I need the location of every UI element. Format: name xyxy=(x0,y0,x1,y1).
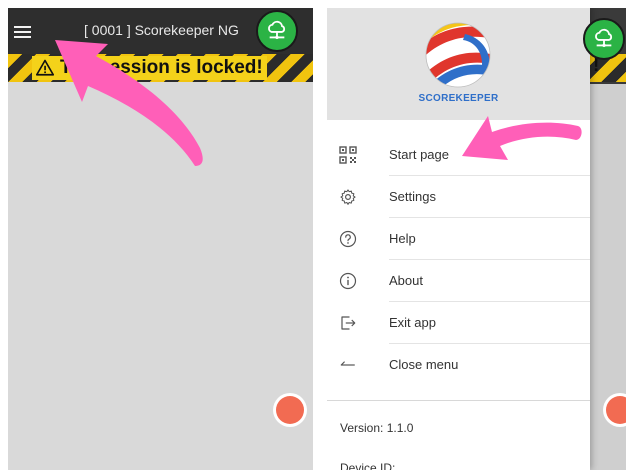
cloud-sync-button[interactable] xyxy=(583,18,625,60)
drawer-header: SCOREKEEPER xyxy=(327,8,590,120)
locked-screen: [ 0001 ] Scorekeeper NG The session is l… xyxy=(8,8,313,470)
menu-item-settings[interactable]: Settings xyxy=(327,176,590,218)
logo-wordmark: SCOREKEEPER xyxy=(418,93,499,104)
help-circle-icon xyxy=(339,230,357,248)
exit-icon xyxy=(341,316,356,330)
cloud-sync-button[interactable] xyxy=(256,10,298,52)
scorekeeper-logo-icon xyxy=(425,22,491,88)
record-fab[interactable] xyxy=(606,396,626,424)
menu-item-label: Exit app xyxy=(389,315,436,330)
menu-item-about[interactable]: About xyxy=(327,260,590,302)
hamburger-menu-icon[interactable] xyxy=(14,26,31,38)
cloud-network-icon xyxy=(268,20,286,40)
menu-item-close-menu[interactable]: Close menu xyxy=(327,344,590,386)
version-text: Version: 1.1.0 xyxy=(340,421,414,435)
menu-item-label: Close menu xyxy=(389,357,459,372)
app-title: [ 0001 ] Scorekeeper NG xyxy=(84,22,239,38)
locked-banner: The session is locked! xyxy=(8,54,313,82)
menu-item-label: Help xyxy=(389,231,416,246)
locked-banner-text: The session is locked! xyxy=(60,57,263,78)
menu-item-label: Start page xyxy=(389,147,449,162)
qr-code-icon xyxy=(339,146,357,164)
info-circle-icon xyxy=(339,272,357,290)
back-arrow-icon xyxy=(340,361,355,366)
menu-screen: ! SCOREKEEPER Start page Settings Help A… xyxy=(327,8,626,470)
menu-item-exit-app[interactable]: Exit app xyxy=(327,302,590,344)
gear-icon xyxy=(340,189,356,205)
warning-icon xyxy=(36,59,54,76)
cloud-network-icon xyxy=(595,28,613,48)
menu-item-label: Settings xyxy=(389,189,436,204)
record-fab[interactable] xyxy=(276,396,304,424)
menu-item-start-page[interactable]: Start page xyxy=(327,134,590,176)
navigation-drawer: SCOREKEEPER Start page Settings Help Abo… xyxy=(327,8,590,470)
menu-item-label: About xyxy=(389,273,423,288)
menu-item-help[interactable]: Help xyxy=(327,218,590,260)
divider xyxy=(327,400,590,401)
device-id-text: Device ID: xyxy=(340,461,396,470)
